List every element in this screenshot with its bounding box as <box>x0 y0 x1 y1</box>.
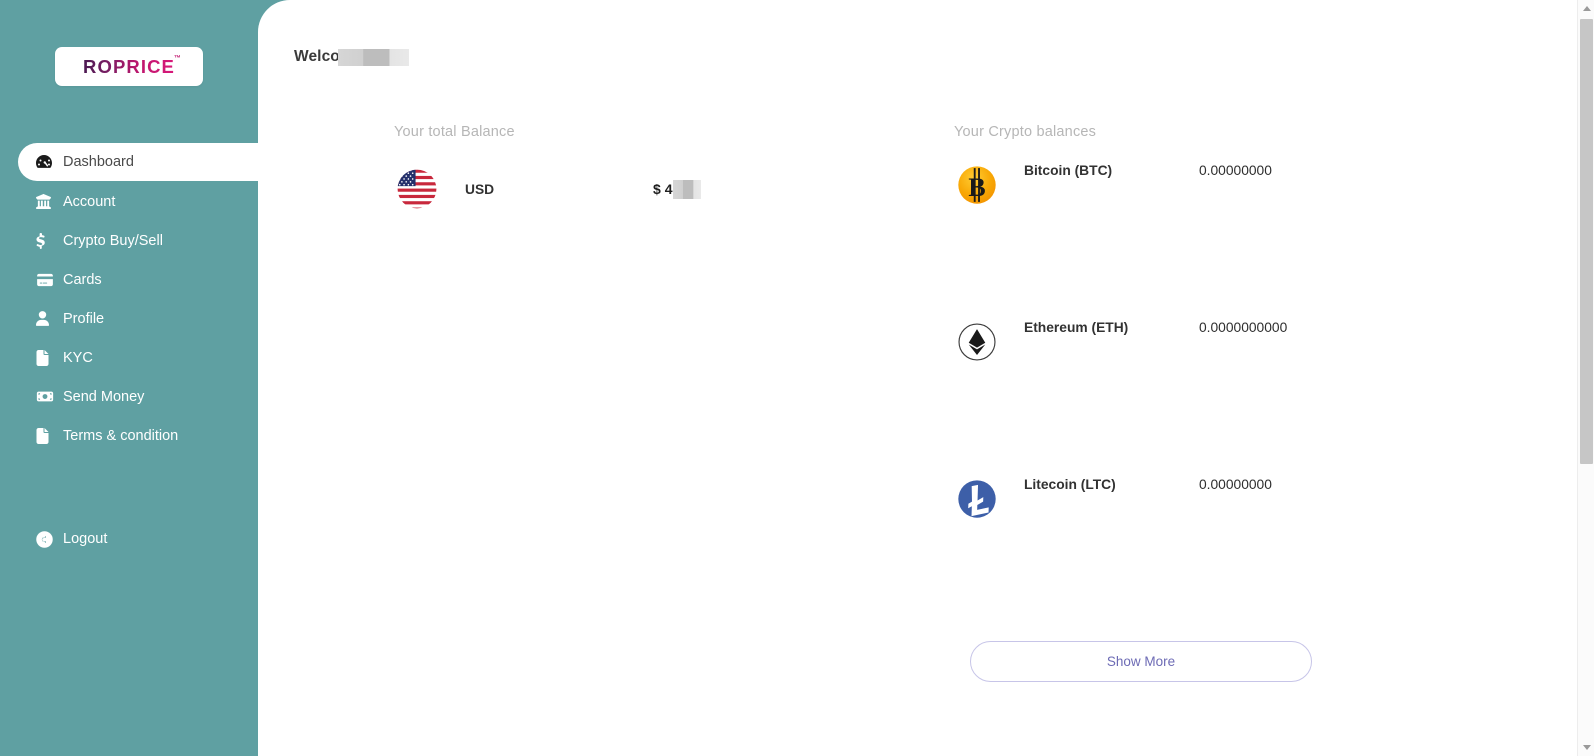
sidebar-item-kyc[interactable]: KYC <box>0 338 258 377</box>
sidebar-item-account[interactable]: Account <box>0 182 258 221</box>
sidebar-item-cards[interactable]: Cards <box>0 260 258 299</box>
redacted-amount <box>673 179 702 199</box>
dollar-icon <box>36 232 56 249</box>
svg-text:B: B <box>968 173 985 202</box>
credit-card-icon <box>36 273 56 287</box>
vertical-scrollbar[interactable] <box>1577 0 1594 756</box>
sidebar-item-label-send-money: Send Money <box>63 388 145 405</box>
app-root: ROPRICE ™ Dashboard Account Crypto Buy/Se <box>0 0 1594 756</box>
chevron-down-icon <box>1582 745 1591 750</box>
crypto-asset-name: Bitcoin (BTC) <box>1024 163 1113 178</box>
crypto-row-bitcoin[interactable]: B Bitcoin (BTC) 0.00000000 <box>954 162 1384 319</box>
ethereum-icon <box>954 319 1000 365</box>
sidebar-item-send-money[interactable]: Send Money <box>0 377 258 416</box>
sidebar-item-profile[interactable]: Profile <box>0 299 258 338</box>
crypto-row-litecoin[interactable]: Litecoin (LTC) 0.00000000 <box>954 476 1384 633</box>
dashboard-icon <box>36 154 56 170</box>
amount-visible: 4 <box>664 181 673 197</box>
file-icon <box>36 349 56 366</box>
show-more-button[interactable]: Show More <box>970 641 1312 682</box>
trademark-mark: ™ <box>173 54 182 62</box>
sidebar-item-label-cards: Cards <box>63 271 102 288</box>
brand-logo[interactable]: ROPRICE ™ <box>55 47 203 86</box>
crypto-row-ethereum[interactable]: Ethereum (ETH) 0.0000000000 <box>954 319 1384 476</box>
usd-flag-icon <box>394 166 440 212</box>
welcome-header: Welco <box>294 48 409 66</box>
user-icon <box>36 311 56 326</box>
total-balance-title: Your total Balance <box>394 124 515 140</box>
sidebar-item-label-account: Account <box>63 193 116 210</box>
crypto-balances-panel: Your Crypto balances B Bitcoin (BTC) 0.0… <box>954 124 1384 682</box>
sidebar-item-dashboard[interactable]: Dashboard <box>18 143 258 181</box>
sidebar-item-label-logout: Logout <box>63 531 108 547</box>
crypto-asset-value: 0.0000000000 <box>1199 320 1288 335</box>
file-contract-icon <box>36 427 56 444</box>
sidebar-item-label-crypto-buy-sell: Crypto Buy/Sell <box>63 232 163 249</box>
crypto-asset-name: Litecoin (LTC) <box>1024 477 1116 492</box>
sidebar: ROPRICE ™ Dashboard Account Crypto Buy/Se <box>0 0 258 756</box>
crypto-asset-value: 0.00000000 <box>1199 163 1272 178</box>
scroll-up-arrow[interactable] <box>1578 0 1594 17</box>
balance-row-usd[interactable]: USD $ 4 <box>394 162 924 216</box>
balance-asset-name: USD <box>465 182 495 197</box>
scroll-down-arrow[interactable] <box>1578 739 1594 756</box>
chevron-up-icon <box>1582 6 1591 11</box>
redacted-user-name <box>337 48 409 66</box>
sidebar-nav: Dashboard Account Crypto Buy/Sell Cards <box>0 143 258 455</box>
crypto-asset-name: Ethereum (ETH) <box>1024 320 1129 335</box>
scrollbar-thumb[interactable] <box>1580 19 1593 464</box>
dashboard-columns: Your total Balance USD $ 4 Your Crypto b… <box>258 124 1594 682</box>
sidebar-item-crypto-buy-sell[interactable]: Crypto Buy/Sell <box>0 221 258 260</box>
currency-symbol: $ <box>653 181 661 197</box>
sidebar-item-label-terms: Terms & condition <box>63 427 179 444</box>
sidebar-item-label-profile: Profile <box>63 310 105 327</box>
main-content: Welco Your total Balance USD $ 4 Your Cr… <box>258 0 1594 756</box>
brand-logo-text: ROPRICE ™ <box>83 54 182 77</box>
welcome-text: Welco <box>294 48 340 65</box>
money-bill-icon <box>36 390 56 403</box>
crypto-asset-value: 0.00000000 <box>1199 477 1272 492</box>
bank-icon <box>36 194 56 209</box>
crypto-balances-title: Your Crypto balances <box>954 124 1097 140</box>
sidebar-item-logout[interactable]: Logout <box>0 524 258 554</box>
bitcoin-icon: B <box>954 162 1000 208</box>
balance-amount: $ 4 <box>653 179 702 199</box>
sidebar-item-terms[interactable]: Terms & condition <box>0 416 258 455</box>
sign-out-icon <box>36 530 53 548</box>
sidebar-item-label-kyc: KYC <box>63 349 93 366</box>
sidebar-item-label-dashboard: Dashboard <box>63 154 134 170</box>
litecoin-icon <box>954 476 1000 522</box>
total-balance-panel: Your total Balance USD $ 4 <box>394 124 924 682</box>
